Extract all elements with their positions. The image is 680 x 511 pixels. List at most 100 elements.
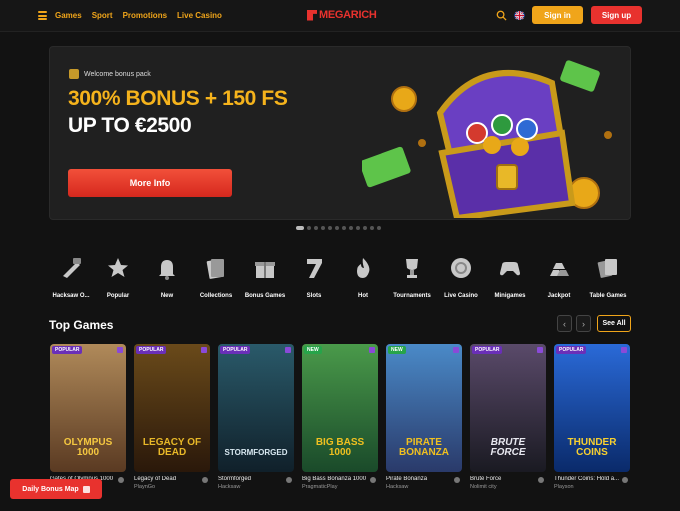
carousel-dot[interactable] <box>342 226 346 230</box>
carousel-dot[interactable] <box>321 226 325 230</box>
category-hacksaw[interactable]: Hacksaw O... <box>48 256 94 299</box>
nav-games[interactable]: Games <box>55 11 82 20</box>
favorite-icon[interactable] <box>202 477 208 483</box>
category-collections[interactable]: Collections <box>193 256 239 299</box>
logo-mark-icon <box>307 9 317 21</box>
map-icon <box>82 485 90 493</box>
carousel-dot[interactable] <box>356 226 360 230</box>
carousel-dot[interactable] <box>363 226 367 230</box>
game-art-title: THUNDER COINS <box>567 437 617 458</box>
category-minigames[interactable]: Minigames <box>487 256 533 299</box>
popular-badge: POPULAR <box>136 346 167 354</box>
header: Games Sport Promotions Live Casino MEGAR… <box>0 0 680 32</box>
next-arrow-button[interactable]: › <box>576 315 591 332</box>
sign-in-button[interactable]: Sign in <box>532 6 583 24</box>
game-card[interactable]: NEW BIG BASS 1000 Big Bass Bonanza 1000 … <box>302 344 378 490</box>
popular-badge: POPULAR <box>556 346 587 354</box>
category-table-games[interactable]: Table Games <box>585 256 631 299</box>
carousel-dot[interactable] <box>328 226 332 230</box>
poker-chip-icon <box>451 258 471 278</box>
category-slots[interactable]: Slots <box>291 256 337 299</box>
seven-icon <box>307 259 322 278</box>
carousel-dot[interactable] <box>349 226 353 230</box>
hero-tag: Welcome bonus pack <box>69 69 151 79</box>
favorite-icon[interactable] <box>454 477 460 483</box>
gift-box-icon <box>255 262 275 278</box>
nav-live-casino[interactable]: Live Casino <box>177 11 222 20</box>
category-new[interactable]: New <box>144 256 190 299</box>
new-badge: NEW <box>304 346 322 354</box>
star-icon <box>108 258 128 277</box>
favorite-icon[interactable] <box>622 477 628 483</box>
favorite-icon[interactable] <box>286 477 292 483</box>
hero-banner[interactable]: Welcome bonus pack 300% BONUS + 150 FS U… <box>49 46 631 220</box>
carousel-dot[interactable] <box>335 226 339 230</box>
prev-arrow-button[interactable]: ‹ <box>557 315 572 332</box>
game-provider: PlaynGo <box>134 484 156 490</box>
game-art-title: BRUTE FORCE <box>490 437 526 458</box>
game-thumbnail[interactable]: POPULAR OLYMPUS 1000 <box>50 344 126 472</box>
game-provider: Playson <box>554 484 574 490</box>
carousel-dot[interactable] <box>377 226 381 230</box>
game-thumbnail[interactable]: POPULAR BRUTE FORCE <box>470 344 546 472</box>
category-popular[interactable]: Popular <box>95 256 141 299</box>
favorite-icon[interactable] <box>118 477 124 483</box>
favorite-icon[interactable] <box>370 477 376 483</box>
game-card[interactable]: POPULAR BRUTE FORCE Brute Force Nolimit … <box>470 344 546 490</box>
sign-up-button[interactable]: Sign up <box>591 6 642 24</box>
game-thumbnail[interactable]: POPULAR STORMFORGED <box>218 344 294 472</box>
game-card[interactable]: POPULAR OLYMPUS 1000 Gates of Olympus 10… <box>50 344 126 490</box>
game-provider: Nolimit city <box>470 484 497 490</box>
crown-icon <box>453 347 459 353</box>
game-name: Brute Force <box>470 476 502 482</box>
carousel-dots <box>296 226 381 230</box>
category-live-casino[interactable]: Live Casino <box>438 256 484 299</box>
category-bonus-games[interactable]: Bonus Games <box>242 256 288 299</box>
crown-icon <box>369 347 375 353</box>
category-jackpot[interactable]: Jackpot <box>536 256 582 299</box>
cards-icon <box>597 259 617 278</box>
language-flag-icon[interactable] <box>514 11 525 20</box>
top-games-title: Top Games <box>49 318 114 332</box>
game-thumbnail[interactable]: NEW PIRATE BONANZA <box>386 344 462 472</box>
main-nav: Games Sport Promotions Live Casino <box>55 11 222 20</box>
gamepad-icon <box>500 262 520 276</box>
carousel-dot[interactable] <box>370 226 374 230</box>
new-badge: NEW <box>388 346 406 354</box>
popular-badge: POPULAR <box>220 346 251 354</box>
popular-badge: POPULAR <box>52 346 83 354</box>
game-art-title: OLYMPUS 1000 <box>63 437 113 458</box>
more-info-button[interactable]: More Info <box>68 169 232 197</box>
carousel-dot[interactable] <box>296 226 304 230</box>
carousel-dot[interactable] <box>314 226 318 230</box>
nav-sport[interactable]: Sport <box>92 11 113 20</box>
game-name: Big Bass Bonanza 1000 <box>302 476 367 482</box>
game-card[interactable]: POPULAR THUNDER COINS Thunder Coins: Hol… <box>554 344 630 490</box>
game-name: Thunder Coins: Hold a... <box>554 476 620 482</box>
game-provider: Hacksaw <box>386 484 409 490</box>
see-all-button[interactable]: See All <box>597 315 631 332</box>
game-thumbnail[interactable]: NEW BIG BASS 1000 <box>302 344 378 472</box>
game-thumbnail[interactable]: POPULAR THUNDER COINS <box>554 344 630 472</box>
category-tournaments[interactable]: Tournaments <box>389 256 435 299</box>
logo[interactable]: MEGARICH <box>307 9 377 21</box>
category-hot[interactable]: Hot <box>340 256 386 299</box>
popular-badge: POPULAR <box>472 346 503 354</box>
saw-icon <box>63 258 81 278</box>
game-name: Legacy of Dead <box>134 476 177 482</box>
carousel-dot[interactable] <box>307 226 311 230</box>
game-art-title: STORMFORGED <box>224 448 288 457</box>
game-card[interactable]: POPULAR LEGACY OF DEAD Legacy of Dead Pl… <box>134 344 210 490</box>
flame-icon <box>357 258 370 278</box>
treasure-chest-illustration <box>362 60 612 218</box>
game-thumbnail[interactable]: POPULAR LEGACY OF DEAD <box>134 344 210 472</box>
game-card[interactable]: POPULAR STORMFORGED Stormforged Hacksaw <box>218 344 294 490</box>
search-icon[interactable] <box>496 10 507 21</box>
daily-bonus-map-button[interactable]: Daily Bonus Map <box>10 479 102 499</box>
favorite-icon[interactable] <box>538 477 544 483</box>
game-card[interactable]: NEW PIRATE BONANZA Pirate Bonanza Hacksa… <box>386 344 462 490</box>
gift-icon <box>69 69 79 79</box>
menu-icon[interactable] <box>38 11 47 20</box>
game-art-title: LEGACY OF DEAD <box>142 437 202 458</box>
nav-promotions[interactable]: Promotions <box>123 11 167 20</box>
